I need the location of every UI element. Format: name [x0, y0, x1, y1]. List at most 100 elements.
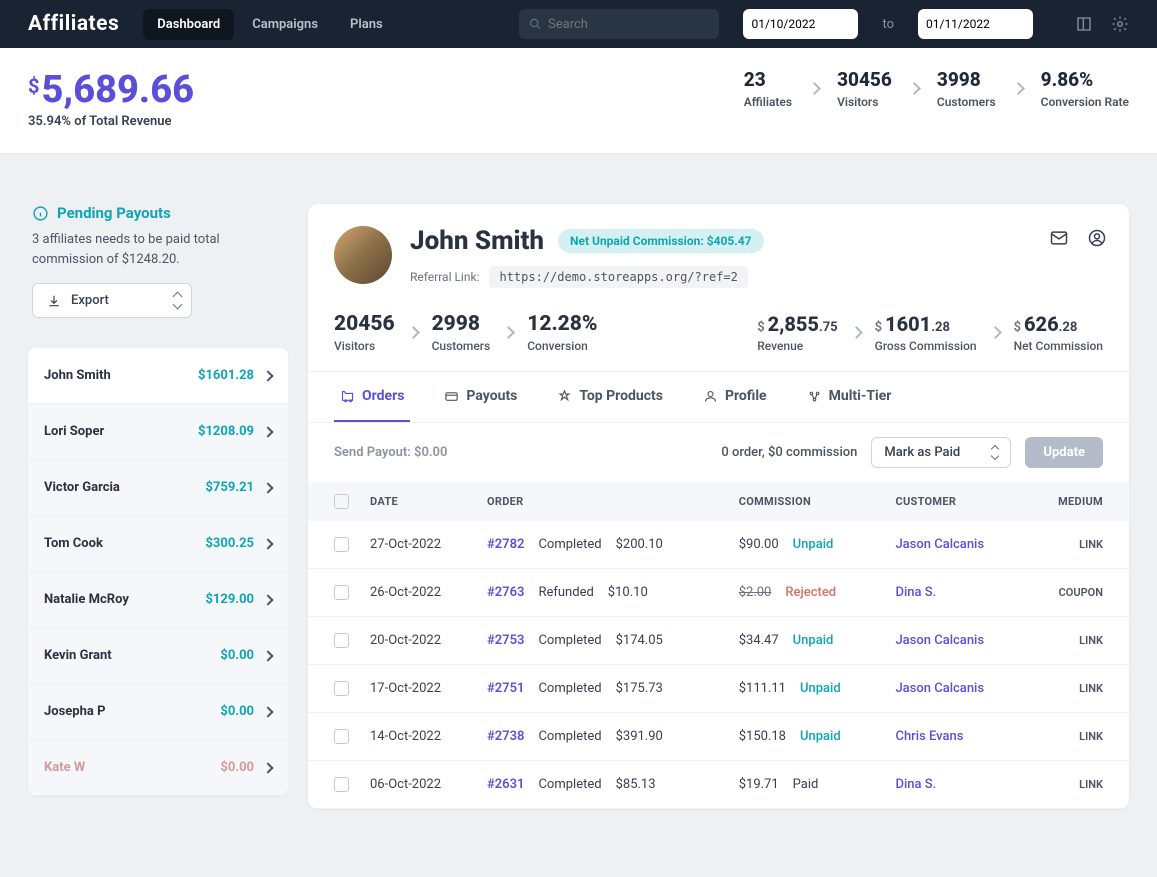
chevron-right-icon: [262, 650, 273, 661]
chevron-right-icon: [262, 594, 273, 605]
chevron-right-icon: [407, 326, 420, 339]
customer-link[interactable]: Jason Calcanis: [895, 537, 984, 552]
docs-icon[interactable]: [1075, 15, 1093, 33]
export-button[interactable]: Export: [32, 283, 192, 318]
commission-badge: Net Unpaid Commission: $405.47: [558, 229, 763, 253]
nav-plans[interactable]: Plans: [336, 9, 397, 40]
affiliate-row[interactable]: Kate W$0.00: [28, 740, 288, 796]
order-amount: $175.73: [616, 681, 663, 696]
customer-link[interactable]: Dina S.: [895, 585, 936, 600]
cell-medium: LINK: [1079, 778, 1103, 791]
affiliate-row[interactable]: Lori Soper$1208.09: [28, 404, 288, 460]
commission-amount: $150.18: [739, 729, 786, 744]
search-input[interactable]: [548, 17, 709, 32]
cell-date: 06-Oct-2022: [360, 761, 477, 809]
date-to-input[interactable]: [918, 9, 1033, 39]
avatar: [334, 226, 392, 284]
hero-amount: 5,689.66: [41, 68, 194, 112]
affiliate-row[interactable]: Kevin Grant$0.00: [28, 628, 288, 684]
customer-link[interactable]: Jason Calcanis: [895, 633, 984, 648]
affiliate-name: Kate W: [44, 760, 85, 775]
mark-paid-select[interactable]: Mark as Paid: [871, 437, 1011, 468]
date-from-input[interactable]: [743, 9, 858, 39]
row-checkbox[interactable]: [334, 585, 349, 600]
tab-profile[interactable]: Profile: [697, 372, 773, 422]
table-row: 14-Oct-2022#2738Completed$391.90$150.18U…: [308, 713, 1129, 761]
affiliate-row[interactable]: Victor Garcia$759.21: [28, 460, 288, 516]
customer-link[interactable]: Dina S.: [895, 777, 936, 792]
affiliate-row[interactable]: John Smith$1601.28: [28, 348, 288, 404]
affiliate-amount: $0.00: [220, 704, 254, 719]
mail-icon[interactable]: [1049, 228, 1069, 248]
affiliate-row[interactable]: Natalie McRoy$129.00: [28, 572, 288, 628]
profile-tabs: Orders Payouts Top Products Profile Multi-Ti…: [308, 372, 1129, 423]
table-body: 27-Oct-2022#2782Completed$200.10$90.00Un…: [308, 521, 1129, 809]
cell-medium: LINK: [1079, 634, 1103, 647]
order-link[interactable]: #2738: [487, 729, 524, 744]
tab-orders[interactable]: Orders: [334, 372, 410, 422]
search-icon: [529, 17, 542, 31]
search-input-wrap[interactable]: [519, 9, 719, 39]
commission-amount: $19.71: [739, 777, 779, 792]
tab-icon: [703, 389, 718, 404]
commission-amount: $34.47: [739, 633, 779, 648]
chevron-right-icon: [262, 482, 273, 493]
profile-kpi: 2998Customers: [432, 312, 491, 353]
profile-name: John Smith: [410, 226, 544, 256]
tab-multi-tier[interactable]: Multi-Tier: [801, 372, 898, 422]
cell-medium: LINK: [1079, 730, 1103, 743]
commission-amount: $2.00: [739, 585, 772, 600]
profile-kpi: 20456Visitors: [334, 312, 395, 353]
affiliate-list: John Smith$1601.28Lori Soper$1208.09Vict…: [28, 348, 288, 796]
cell-date: 20-Oct-2022: [360, 617, 477, 665]
order-amount: $10.10: [608, 585, 648, 600]
tab-top-products[interactable]: Top Products: [551, 372, 669, 422]
tab-payouts[interactable]: Payouts: [438, 372, 523, 422]
affiliate-name: Kevin Grant: [44, 648, 112, 663]
cell-medium: LINK: [1079, 538, 1103, 551]
affiliate-name: Josepha P: [44, 704, 105, 719]
table-row: 06-Oct-2022#2631Completed$85.13$19.71Pai…: [308, 761, 1129, 809]
update-button[interactable]: Update: [1025, 437, 1103, 468]
row-checkbox[interactable]: [334, 729, 349, 744]
table-row: 17-Oct-2022#2751Completed$175.73$111.11U…: [308, 665, 1129, 713]
row-checkbox[interactable]: [334, 777, 349, 792]
select-all-checkbox[interactable]: [334, 494, 349, 509]
referral-link-url[interactable]: https://demo.storeapps.org/?ref=2: [489, 266, 747, 288]
order-status: Completed: [538, 777, 601, 792]
profile-kpi-money: $626.28Net Commission: [1014, 312, 1103, 353]
tab-icon: [444, 389, 459, 404]
row-checkbox[interactable]: [334, 537, 349, 552]
order-link[interactable]: #2751: [487, 681, 524, 696]
nav-dashboard[interactable]: Dashboard: [143, 9, 234, 40]
row-checkbox[interactable]: [334, 681, 349, 696]
affiliate-name: Tom Cook: [44, 536, 103, 551]
gear-icon[interactable]: [1111, 15, 1129, 33]
customer-link[interactable]: Jason Calcanis: [895, 681, 984, 696]
order-link[interactable]: #2753: [487, 633, 524, 648]
affiliate-amount: $1208.09: [198, 424, 254, 439]
commission-status: Unpaid: [800, 681, 841, 696]
nav-campaigns[interactable]: Campaigns: [238, 9, 332, 40]
affiliate-name: Victor Garcia: [44, 480, 120, 495]
kpi-conversion-rate: 9.86%Conversion Rate: [1041, 68, 1129, 109]
affiliate-row[interactable]: Josepha P $0.00: [28, 684, 288, 740]
table-row: 26-Oct-2022#2763Refunded$10.10$2.00Rejec…: [308, 569, 1129, 617]
cell-date: 14-Oct-2022: [360, 713, 477, 761]
order-link[interactable]: #2782: [487, 537, 524, 552]
hero-currency: $: [28, 74, 39, 98]
order-link[interactable]: #2631: [487, 777, 524, 792]
kpi-visitors: 30456Visitors: [837, 68, 892, 109]
order-link[interactable]: #2763: [487, 585, 524, 600]
order-status: Completed: [538, 729, 601, 744]
tab-icon: [557, 389, 572, 404]
chevron-right-icon: [1012, 82, 1025, 95]
customer-link[interactable]: Chris Evans: [895, 729, 963, 744]
user-circle-icon[interactable]: [1087, 228, 1107, 248]
commission-amount: $111.11: [739, 681, 786, 696]
row-checkbox[interactable]: [334, 633, 349, 648]
affiliate-row[interactable]: Tom Cook$300.25: [28, 516, 288, 572]
cell-date: 27-Oct-2022: [360, 521, 477, 569]
cell-date: 26-Oct-2022: [360, 569, 477, 617]
chevron-right-icon: [262, 762, 273, 773]
